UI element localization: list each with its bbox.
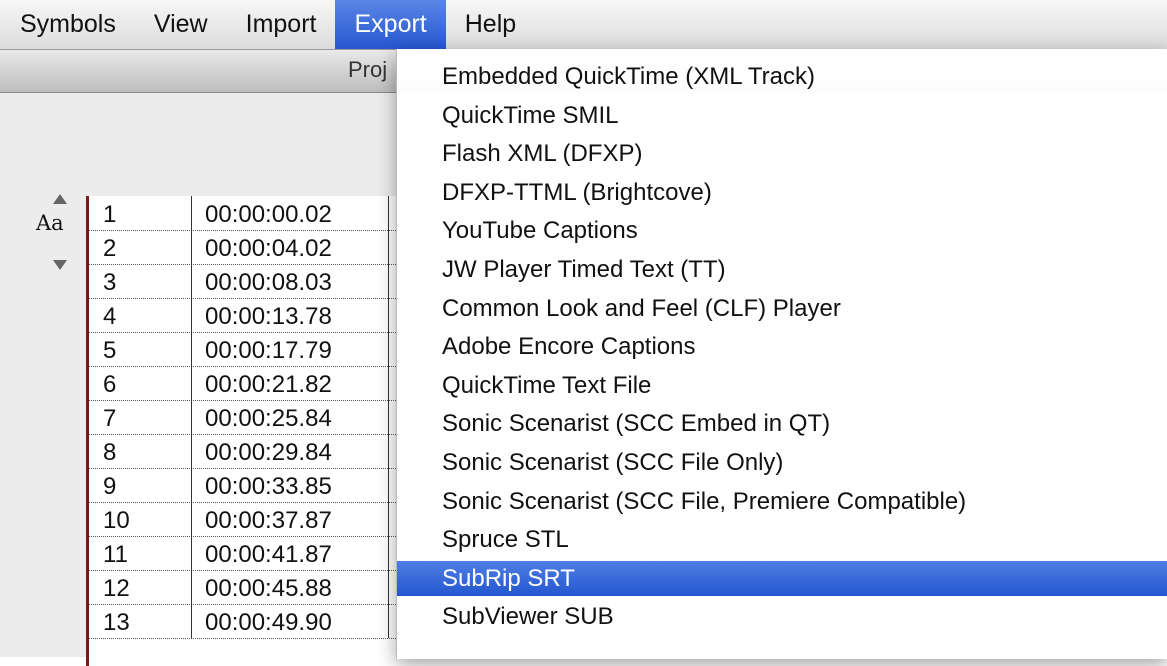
caption-timecode[interactable]: 00:00:41.87 [193,536,389,570]
caption-number: 9 [103,468,192,502]
export-menu-item[interactable]: SubRip SRT [397,560,1167,596]
menu-bar: Symbols View Import Export Help [0,0,1167,50]
export-menu-item[interactable]: Spruce STL [397,522,1167,557]
menu-import[interactable]: Import [227,0,336,49]
export-menu-item[interactable]: Sonic Scenarist (SCC File, Premiere Comp… [397,484,1167,519]
font-size-label: Aa [36,211,64,235]
export-menu-item[interactable]: Common Look and Feel (CLF) Player [397,291,1167,326]
window-title: Proj [348,57,388,82]
menu-view[interactable]: View [135,0,227,49]
export-menu-item[interactable]: YouTube Captions [397,213,1167,248]
caption-timecode[interactable]: 00:00:45.88 [193,570,389,604]
caption-timecode[interactable]: 00:00:00.02 [193,196,389,230]
caption-number: 12 [103,570,192,604]
export-menu-item[interactable]: Sonic Scenarist (SCC File Only) [397,445,1167,480]
decrease-font-icon[interactable] [53,260,67,270]
export-menu-item[interactable]: DFXP-TTML (Brightcove) [397,175,1167,210]
caption-timecode[interactable]: 00:00:13.78 [193,298,389,332]
caption-number: 10 [103,502,192,536]
export-menu-item[interactable]: Sonic Scenarist (SCC Embed in QT) [397,406,1167,441]
caption-number: 2 [103,230,192,264]
caption-number: 11 [103,536,192,570]
caption-number: 6 [103,366,192,400]
export-menu-item[interactable]: Adobe Encore Captions [397,329,1167,364]
caption-timecode[interactable]: 00:00:04.02 [193,230,389,264]
menu-help[interactable]: Help [446,0,535,49]
export-menu-item[interactable]: Flash XML (DFXP) [397,136,1167,171]
export-menu-item[interactable]: QuickTime SMIL [397,98,1167,133]
caption-number: 1 [103,196,192,230]
caption-timecode[interactable]: 00:00:08.03 [193,264,389,298]
caption-number: 3 [103,264,192,298]
export-menu-item[interactable]: QuickTime Text File [397,368,1167,403]
caption-number: 13 [103,604,192,638]
caption-timecode[interactable]: 00:00:37.87 [193,502,389,536]
caption-number: 5 [103,332,192,366]
caption-timecode[interactable]: 00:00:29.84 [193,434,389,468]
caption-timecode[interactable]: 00:00:33.85 [193,468,389,502]
font-size-stepper[interactable]: Aa [36,190,86,270]
caption-number: 7 [103,400,192,434]
export-menu-item[interactable]: Embedded QuickTime (XML Track) [397,59,1167,94]
export-menu-item[interactable]: JW Player Timed Text (TT) [397,252,1167,287]
caption-number: 4 [103,298,192,332]
caption-timecode[interactable]: 00:00:17.79 [193,332,389,366]
menu-export[interactable]: Export [335,0,446,49]
caption-timecode[interactable]: 00:00:21.82 [193,366,389,400]
export-menu-item[interactable]: SubViewer SUB [397,599,1167,634]
export-menu: Embedded QuickTime (XML Track) QuickTime … [396,49,1167,659]
caption-timecode[interactable]: 00:00:49.90 [193,604,389,638]
increase-font-icon[interactable] [53,194,67,204]
caption-timecode[interactable]: 00:00:25.84 [193,400,389,434]
caption-number: 8 [103,434,192,468]
menu-symbols[interactable]: Symbols [0,0,135,49]
